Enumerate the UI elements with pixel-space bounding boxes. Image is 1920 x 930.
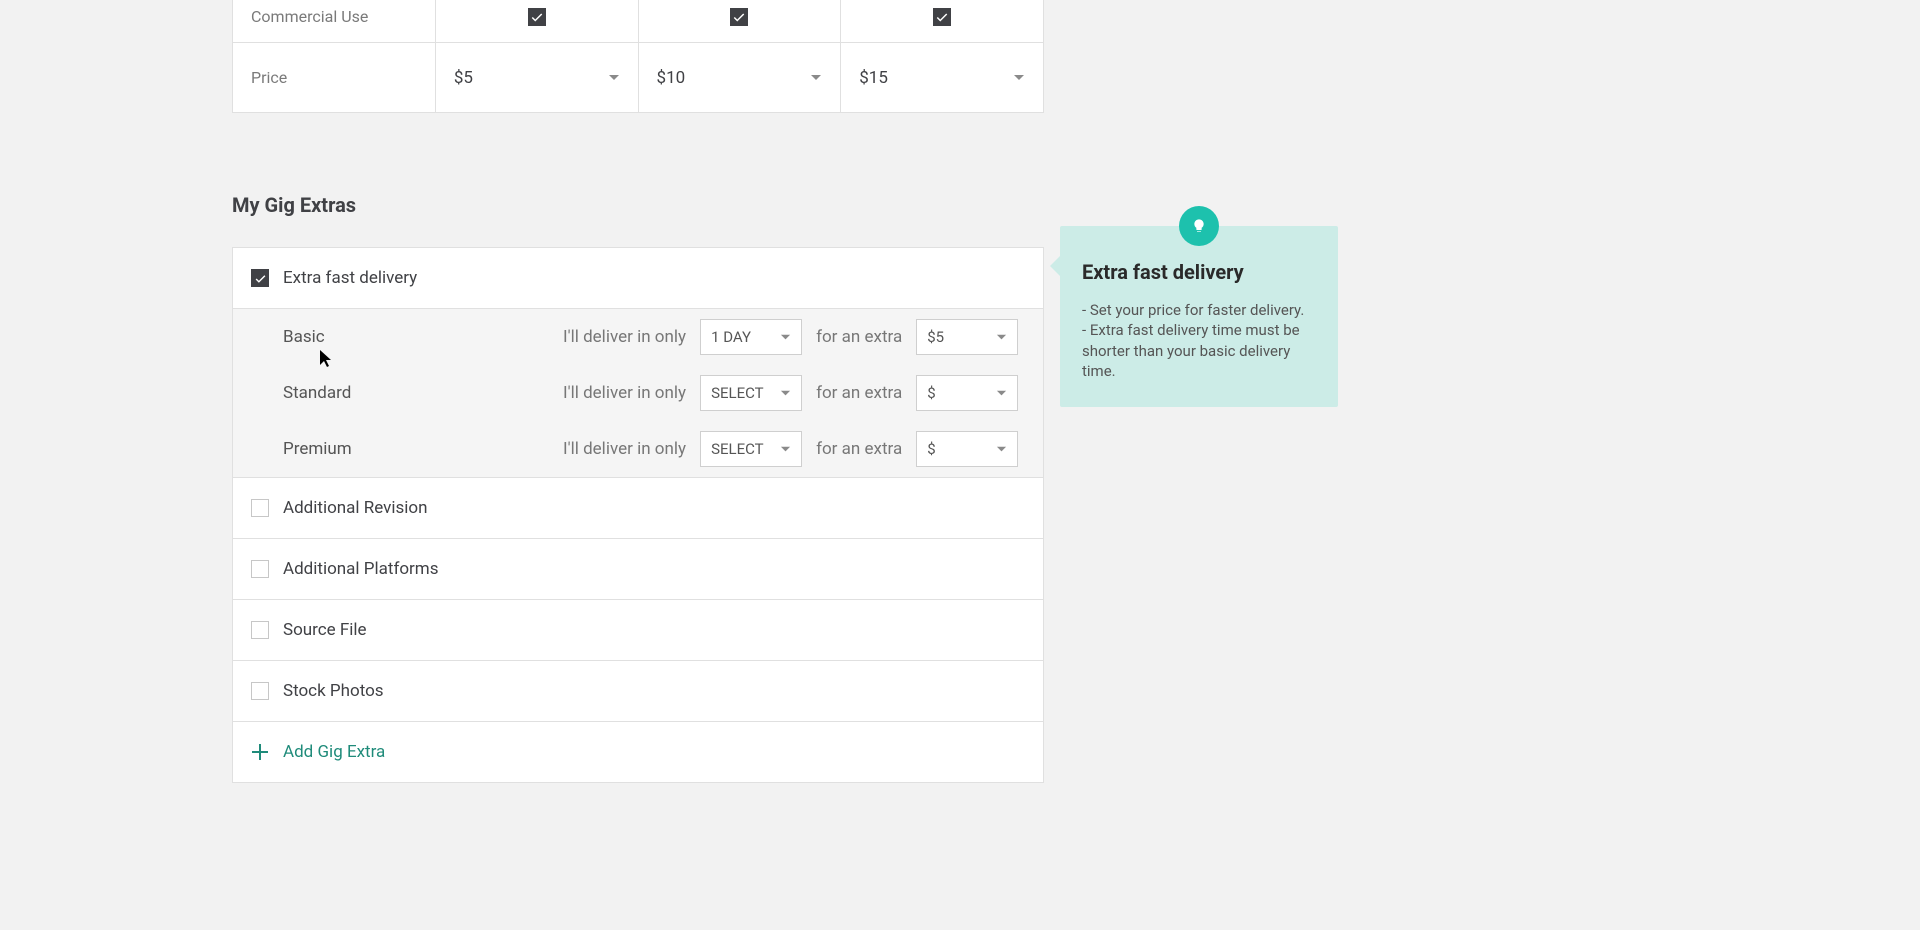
tier-row-premium: Premium I'll deliver in only SELECT for … [233,421,1043,477]
extra-stock-photos[interactable]: Stock Photos [233,661,1043,722]
tier-name: Premium [283,439,563,459]
tier-row-standard: Standard I'll deliver in only SELECT for… [233,365,1043,421]
basic-price-value: $5 [927,328,944,346]
extra-checkbox[interactable] [251,682,269,700]
checkmark-icon [528,8,546,26]
chevron-down-icon [996,333,1007,342]
standard-price-value: $ [927,384,935,402]
tier-name: Standard [283,383,563,403]
for-extra-lead: for an extra [816,439,902,459]
extra-fast-label: Extra fast delivery [283,268,417,288]
extra-additional-platforms[interactable]: Additional Platforms [233,539,1043,600]
price-select-tier2[interactable]: $10 [638,43,841,113]
chevron-down-icon [810,73,822,83]
standard-delivery-value: SELECT [711,384,764,402]
for-extra-lead: for an extra [816,383,902,403]
chevron-down-icon [780,389,791,398]
premium-price-select[interactable]: $ [916,431,1018,467]
chevron-down-icon [608,73,620,83]
basic-delivery-value: 1 DAY [711,328,751,346]
commercial-use-label: Commercial Use [233,0,436,43]
extra-label: Additional Platforms [283,559,439,579]
commercial-use-tier1[interactable] [435,0,638,43]
tip-panel: Extra fast delivery - Set your price for… [1060,226,1338,407]
extra-checkbox[interactable] [251,560,269,578]
add-gig-extra-label: Add Gig Extra [283,742,385,762]
premium-price-value: $ [927,440,935,458]
tip-title: Extra fast delivery [1082,260,1316,284]
chevron-down-icon [780,445,791,454]
premium-delivery-select[interactable]: SELECT [700,431,802,467]
extra-label: Source File [283,620,367,640]
deliver-lead: I'll deliver in only [563,383,686,403]
pricing-table: Commercial Use Price $5 [232,0,1044,113]
plus-icon [251,743,269,761]
checkmark-icon [933,8,951,26]
basic-delivery-select[interactable]: 1 DAY [700,319,802,355]
extra-fast-checkbox[interactable] [251,269,269,287]
price-select-tier3[interactable]: $15 [841,43,1044,113]
extra-checkbox[interactable] [251,499,269,517]
price-tier1-value: $5 [454,68,473,88]
fast-delivery-tiers: Basic I'll deliver in only 1 DAY for an … [233,309,1043,478]
extra-checkbox[interactable] [251,621,269,639]
chevron-down-icon [996,445,1007,454]
extra-source-file[interactable]: Source File [233,600,1043,661]
standard-delivery-select[interactable]: SELECT [700,375,802,411]
basic-price-select[interactable]: $5 [916,319,1018,355]
lightbulb-icon [1179,206,1219,246]
chevron-down-icon [996,389,1007,398]
for-extra-lead: for an extra [816,327,902,347]
chevron-down-icon [780,333,791,342]
extra-additional-revision[interactable]: Additional Revision [233,478,1043,539]
checkmark-icon [730,8,748,26]
gig-extras-panel: Extra fast delivery Basic I'll deliver i… [232,247,1044,783]
tier-name: Basic [283,327,563,347]
price-tier2-value: $10 [657,68,686,88]
add-gig-extra[interactable]: Add Gig Extra [233,722,1043,782]
premium-delivery-value: SELECT [711,440,764,458]
tip-line: - Set your price for faster delivery. [1082,300,1316,320]
commercial-use-tier3[interactable] [841,0,1044,43]
tier-row-basic: Basic I'll deliver in only 1 DAY for an … [233,309,1043,365]
tip-line: - Extra fast delivery time must be short… [1082,320,1316,381]
deliver-lead: I'll deliver in only [563,439,686,459]
deliver-lead: I'll deliver in only [563,327,686,347]
price-label: Price [233,43,436,113]
extra-label: Additional Revision [283,498,428,518]
gig-extras-heading: My Gig Extras [232,193,1044,217]
price-select-tier1[interactable]: $5 [435,43,638,113]
chevron-down-icon [1013,73,1025,83]
extra-fast-delivery-row[interactable]: Extra fast delivery [233,248,1043,309]
price-tier3-value: $15 [859,68,888,88]
commercial-use-tier2[interactable] [638,0,841,43]
standard-price-select[interactable]: $ [916,375,1018,411]
extra-label: Stock Photos [283,681,384,701]
